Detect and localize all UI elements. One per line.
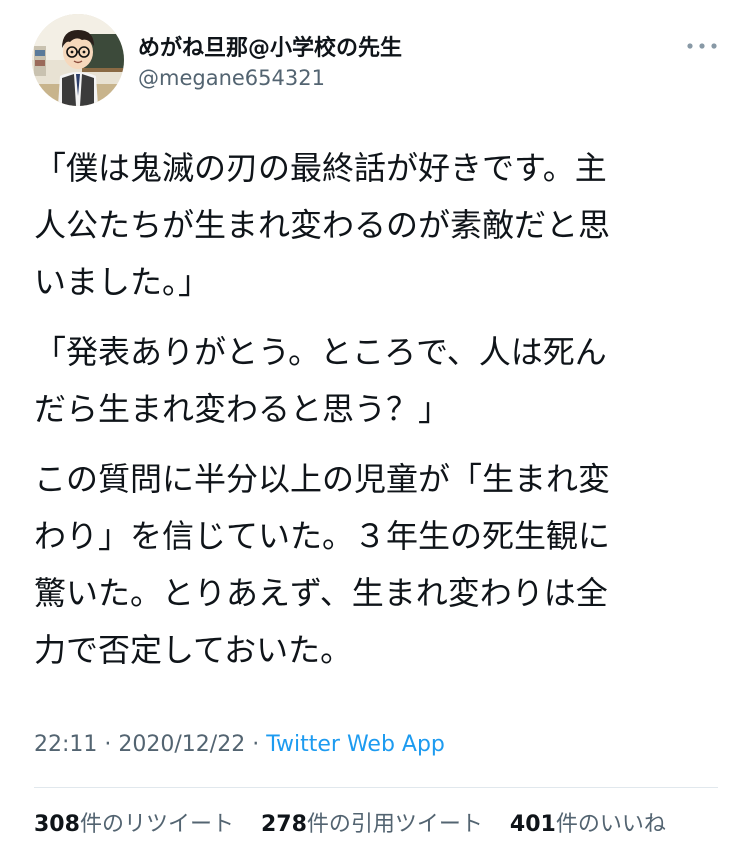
tweet-stats: 308件のリツイート 278件の引用ツイート 401件のいいね <box>34 806 686 838</box>
tweet-line: 力で否定しておいた。 <box>34 631 353 669</box>
tweet-line: だら生まれ変わると思う？」 <box>34 390 451 428</box>
tweet-text: 「僕は鬼滅の刃の最終話が好きです。主 人公たちが生まれ変わるのが素敵だと思 いま… <box>34 140 724 679</box>
meta-separator: · <box>104 732 112 757</box>
tweet-header: めがね旦那@小学校の先生 @megane654321 <box>0 0 750 120</box>
tweet-line: 「発表ありがとう。ところで、人は死ん <box>34 333 607 371</box>
divider <box>34 787 718 788</box>
more-options-icon[interactable] <box>682 36 722 56</box>
tweet-meta: 22:11 · 2020/12/22 · Twitter Web App <box>34 732 445 757</box>
tweet-date[interactable]: 2020/12/22 <box>118 732 245 757</box>
tweet-time[interactable]: 22:11 <box>34 732 97 757</box>
tweet-line: 「僕は鬼滅の刃の最終話が好きです。主 <box>34 149 607 187</box>
user-handle[interactable]: @megane654321 <box>138 66 325 90</box>
quote-label: 件の引用ツイート <box>306 812 483 837</box>
quotes-stat[interactable]: 278件の引用ツイート <box>261 806 483 838</box>
meta-separator: · <box>252 732 260 757</box>
like-label: 件のいいね <box>555 812 666 837</box>
like-count: 401 <box>509 812 556 837</box>
avatar[interactable] <box>32 14 124 106</box>
retweet-label: 件のリツイート <box>79 812 234 837</box>
tweet-line: 人公たちが生まれ変わるのが素敵だと思 <box>34 206 611 244</box>
tweet-paragraph: 「発表ありがとう。ところで、人は死ん だら生まれ変わると思う？」 <box>34 324 724 438</box>
tweet-line: わり」を信じていた。３年生の死生観に <box>34 517 611 555</box>
tweet-line: いました。」 <box>34 263 211 301</box>
tweet-paragraph: この質問に半分以上の児童が「生まれ変 わり」を信じていた。３年生の死生観に 驚い… <box>34 451 724 679</box>
retweet-count: 308 <box>34 812 80 837</box>
retweets-stat[interactable]: 308件のリツイート <box>34 806 234 838</box>
tweet-paragraph: 「僕は鬼滅の刃の最終話が好きです。主 人公たちが生まれ変わるのが素敵だと思 いま… <box>34 140 724 311</box>
tweet-source-link[interactable]: Twitter Web App <box>266 732 445 757</box>
likes-stat[interactable]: 401件のいいね <box>510 806 666 838</box>
tweet-line: この質問に半分以上の児童が「生まれ変 <box>34 460 611 498</box>
display-name[interactable]: めがね旦那@小学校の先生 <box>138 30 402 62</box>
tweet-line: 驚いた。とりあえず、生まれ変わりは全 <box>34 574 608 612</box>
quote-count: 278 <box>260 812 307 837</box>
